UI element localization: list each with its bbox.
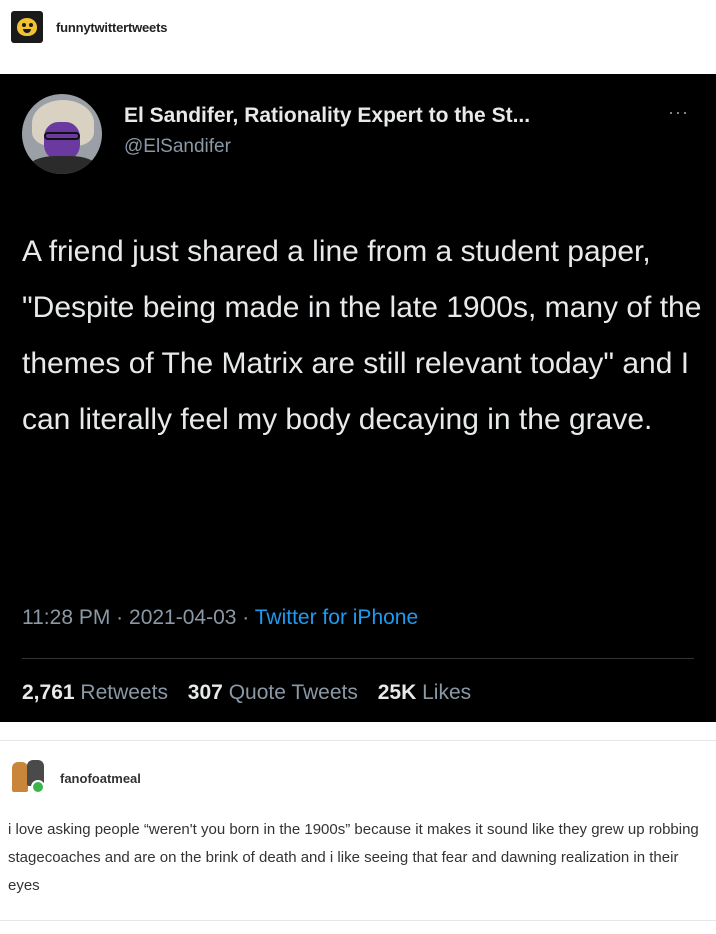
reply-avatar[interactable] xyxy=(12,760,46,794)
quotes-count: 307 xyxy=(187,681,223,704)
retweets-stat[interactable]: 2,761 Retweets xyxy=(22,681,174,704)
retweets-label: Retweets xyxy=(80,681,168,704)
avatar-figure-left xyxy=(12,762,28,792)
quotes-label: Quote Tweets xyxy=(228,681,358,704)
tweet-author-avatar[interactable] xyxy=(22,94,102,174)
tweet-stats: 2,761 Retweets 307 Quote Tweets 25K Like… xyxy=(22,681,485,705)
bear-face-icon xyxy=(17,18,37,36)
tweet-text: A friend just shared a line from a stude… xyxy=(22,235,702,436)
retweets-count: 2,761 xyxy=(22,681,75,704)
post-bottom-divider xyxy=(0,920,716,921)
avatar-eye-left xyxy=(22,23,26,27)
tweet-source-link[interactable]: Twitter for iPhone xyxy=(255,606,418,629)
avatar-shirt xyxy=(28,156,98,174)
tweet-author-name[interactable]: El Sandifer, Rationality Expert to the S… xyxy=(124,104,530,128)
likes-stat[interactable]: 25K Likes xyxy=(378,681,471,704)
quote-tweets-stat[interactable]: 307 Quote Tweets xyxy=(188,681,364,704)
reply-username[interactable]: fanofoatmeal xyxy=(60,771,141,786)
post-divider xyxy=(0,740,716,741)
follow-badge-icon xyxy=(31,780,45,794)
reblogger-username[interactable]: funnytwittertweets xyxy=(56,20,167,35)
reply-text: i love asking people “weren't you born i… xyxy=(8,821,699,894)
avatar-eye-right xyxy=(29,23,33,27)
tweet-author-handle[interactable]: @ElSandifer xyxy=(124,136,231,158)
tweet-time[interactable]: 11:28 PM xyxy=(22,606,110,629)
tweet-date[interactable]: 2021-04-03 xyxy=(129,606,236,629)
reblogger-avatar[interactable] xyxy=(11,11,43,43)
tweet-card: El Sandifer, Rationality Expert to the S… xyxy=(0,74,716,722)
tweet-meta: 11:28 PM · 2021-04-03 · Twitter for iPho… xyxy=(22,606,418,630)
stats-divider xyxy=(22,658,694,659)
avatar-glasses xyxy=(44,132,80,140)
post-header: funnytwittertweets xyxy=(0,0,716,72)
likes-label: Likes xyxy=(422,681,472,704)
likes-count: 25K xyxy=(377,681,417,704)
ellipsis-icon[interactable]: ··· xyxy=(668,102,689,123)
meta-separator: · xyxy=(116,606,124,629)
avatar-face xyxy=(44,122,80,160)
meta-separator: · xyxy=(242,606,250,629)
